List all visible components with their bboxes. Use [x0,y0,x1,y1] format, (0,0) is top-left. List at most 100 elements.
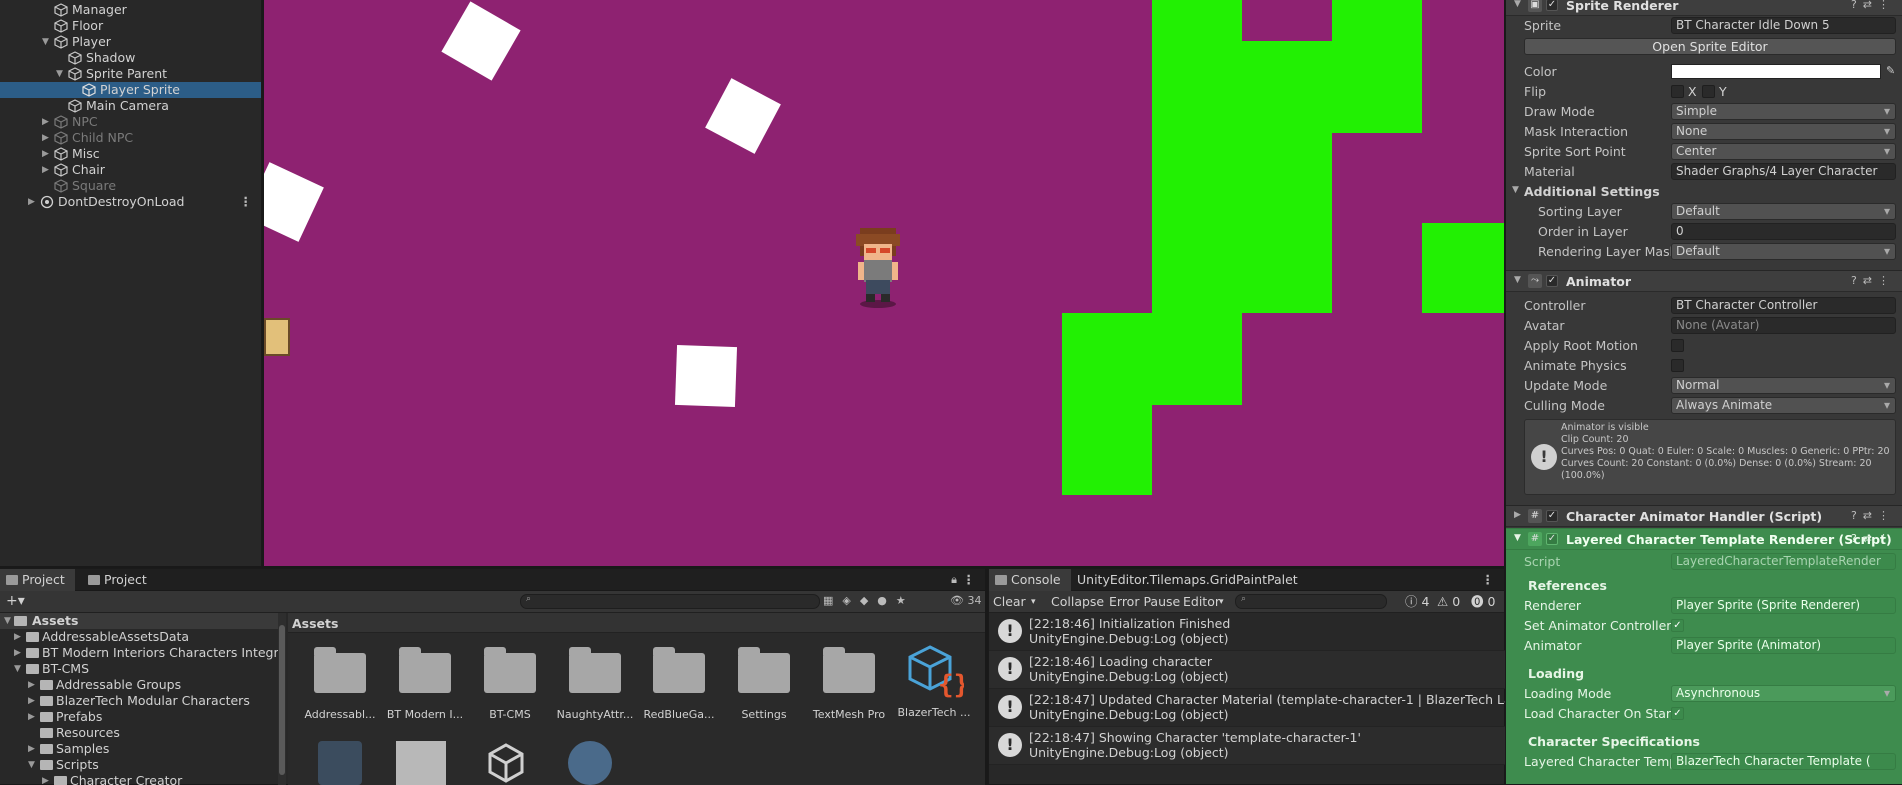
expand-arrow-icon[interactable]: ▶ [28,194,38,210]
culling-mode-dropdown[interactable]: Always Animate [1671,397,1896,414]
eyedropper-icon[interactable]: ✎ [1886,64,1895,77]
update-mode-dropdown[interactable]: Normal [1671,377,1896,394]
error-count-toggle[interactable]: ⓿ 0 [1471,594,1495,610]
component-menu-icons[interactable]: ?⇄⋮ [1851,0,1895,11]
kebab-menu-icon[interactable]: ⋮ [1482,572,1495,587]
enabled-checkbox[interactable]: ✓ [1546,0,1558,11]
collapse-arrow-icon[interactable]: ▼ [1514,0,1521,9]
breadcrumb-assets[interactable]: Assets [292,616,338,631]
editor-dropdown-icon[interactable]: ▾ [1219,594,1224,610]
renderer-object-field[interactable]: Player Sprite (Sprite Renderer) [1671,597,1896,614]
component-header-sprite-renderer[interactable]: ▼ ▣ ✓ Sprite Renderer ?⇄⋮ [1506,0,1902,16]
tab-project-2[interactable]: Project [82,569,157,591]
tree-item-samples[interactable]: ▶ Samples [0,741,278,757]
tab-console[interactable]: Console [989,569,1071,591]
log-entry[interactable]: ! [22:18:46] Loading character UnityEngi… [989,651,1505,689]
expand-arrow-icon[interactable]: ▶ [1514,510,1521,520]
component-menu-icons[interactable]: ?⇄⋮ [1851,274,1895,287]
clear-dropdown-icon[interactable]: ▾ [1031,594,1036,610]
expand-arrow-icon[interactable]: ▶ [42,130,52,146]
error-pause-button[interactable]: Error Pause [1109,594,1180,610]
expand-arrow-icon[interactable]: ▶ [28,741,35,757]
player-character-sprite[interactable] [850,222,906,308]
enabled-checkbox[interactable]: ✓ [1546,533,1558,545]
hierarchy-item-shadow[interactable]: Shadow [0,50,261,66]
mask-interaction-dropdown[interactable]: None [1671,123,1896,140]
expand-arrow-icon[interactable]: ▶ [14,645,21,661]
tree-item-character-creator[interactable]: ▶ Character Creator [0,773,278,785]
expand-arrow-icon[interactable]: ▶ [28,709,35,725]
rendering-layer-mask-dropdown[interactable]: Default [1671,243,1896,260]
expand-arrow-icon[interactable]: ▶ [28,677,35,693]
tree-item-resources[interactable]: Resources [0,725,278,741]
tree-item-addressableassetsdata[interactable]: ▶ AddressableAssetsData [0,629,278,645]
lock-icon[interactable]: 🔒︎ [951,573,957,587]
load-on-start-checkbox[interactable]: ✓ [1671,707,1684,720]
collapse-arrow-icon[interactable]: ▼ [1514,275,1521,285]
asset-folder[interactable]: Settings [722,647,806,721]
log-entry[interactable]: ! [22:18:47] Updated Character Material … [989,689,1505,727]
avatar-object-field[interactable]: None (Avatar) [1671,317,1896,334]
loading-mode-dropdown[interactable]: Asynchronous [1671,685,1896,702]
hierarchy-item-player-sprite[interactable]: Player Sprite [0,82,261,98]
set-animator-checkbox[interactable]: ✓ [1671,619,1684,632]
component-menu-icons[interactable]: ?⇄⋮ [1851,532,1895,545]
enabled-checkbox[interactable]: ✓ [1546,510,1558,522]
order-in-layer-input[interactable]: 0 [1671,223,1896,240]
tree-item-scripts[interactable]: ▼ Scripts [0,757,278,773]
tree-item-bt-cms[interactable]: ▼ BT-CMS [0,661,278,677]
hierarchy-item-sprite-parent[interactable]: ▼ Sprite Parent [0,66,261,82]
clear-button[interactable]: Clear [993,594,1026,610]
component-menu-icons[interactable]: ?⇄⋮ [1851,509,1895,522]
animator-object-field[interactable]: Player Sprite (Animator) [1671,637,1896,654]
kebab-menu-icon[interactable]: ⋮ [240,194,253,210]
tree-item-addressable-groups[interactable]: ▶ Addressable Groups [0,677,278,693]
log-count-toggle[interactable]: ⓘ 4 [1405,594,1429,610]
asset-folder[interactable]: Addressabl... [298,647,382,721]
tree-scrollbar[interactable] [278,613,286,785]
expand-arrow-icon[interactable]: ▼ [42,34,52,50]
tree-item-prefabs[interactable]: ▶ Prefabs [0,709,278,725]
log-entry[interactable]: ! [22:18:47] Showing Character 'template… [989,727,1505,765]
hierarchy-item-manager[interactable]: Manager [0,2,261,18]
scene-view[interactable] [264,0,1504,566]
additional-settings-foldout[interactable]: Additional Settings [1524,184,1660,199]
tree-item-modular-characters[interactable]: ▶ BlazerTech Modular Characters [0,693,278,709]
color-swatch[interactable] [1671,64,1881,79]
expand-arrow-icon[interactable]: ▼ [28,757,35,773]
material-object-field[interactable]: Shader Graphs/4 Layer Character [1671,163,1896,180]
kebab-menu-icon[interactable]: ⋮ [963,572,976,587]
asset-package[interactable]: {} BlazerTech ... [892,643,976,719]
hidden-count[interactable]: 👁︎ 34 [950,594,981,607]
tab-grid-paint-palette[interactable]: UnityEditor.Tilemaps.GridPaintPalet [1067,569,1308,591]
warning-count-toggle[interactable]: ⚠ 0 [1437,594,1460,610]
expand-arrow-icon[interactable]: ▶ [42,773,49,785]
expand-arrow-icon[interactable]: ▶ [42,162,52,178]
hierarchy-item-main-camera[interactable]: Main Camera [0,98,261,114]
flip-x-checkbox[interactable] [1671,85,1684,98]
expand-arrow-icon[interactable]: ▼ [56,66,66,82]
asset-folder[interactable]: NaughtyAttr... [553,647,637,721]
asset-folder[interactable]: BT Modern I... [383,647,467,721]
asset-folder[interactable]: BT-CMS [468,647,552,721]
hierarchy-item-floor[interactable]: Floor [0,18,261,34]
expand-arrow-icon[interactable]: ▶ [42,146,52,162]
hierarchy-item-npc[interactable]: ▶ NPC [0,114,261,130]
flip-y-checkbox[interactable] [1702,85,1715,98]
collapse-arrow-icon[interactable]: ▼ [1512,185,1519,195]
expand-arrow-icon[interactable]: ▶ [42,114,52,130]
expand-arrow-icon[interactable]: ▼ [14,661,21,677]
log-entry[interactable]: ! [22:18:46] Initialization Finished Uni… [989,613,1505,651]
collapse-button[interactable]: Collapse [1051,594,1104,610]
asset-icon-partial[interactable] [318,741,362,785]
console-search-input[interactable] [1235,594,1387,609]
draw-mode-dropdown[interactable]: Simple [1671,103,1896,120]
project-search-input[interactable] [520,594,820,609]
editor-dropdown[interactable]: Editor [1183,594,1220,610]
hierarchy-item-square[interactable]: Square [0,178,261,194]
tree-item-assets[interactable]: ▼ Assets [0,613,278,629]
tree-item-bt-modern-interiors[interactable]: ▶ BT Modern Interiors Characters Integra… [0,645,278,661]
filter-icons[interactable]: ▦◈◆●★ [823,594,915,607]
asset-icon-partial[interactable] [568,741,612,785]
expand-arrow-icon[interactable]: ▶ [28,693,35,709]
